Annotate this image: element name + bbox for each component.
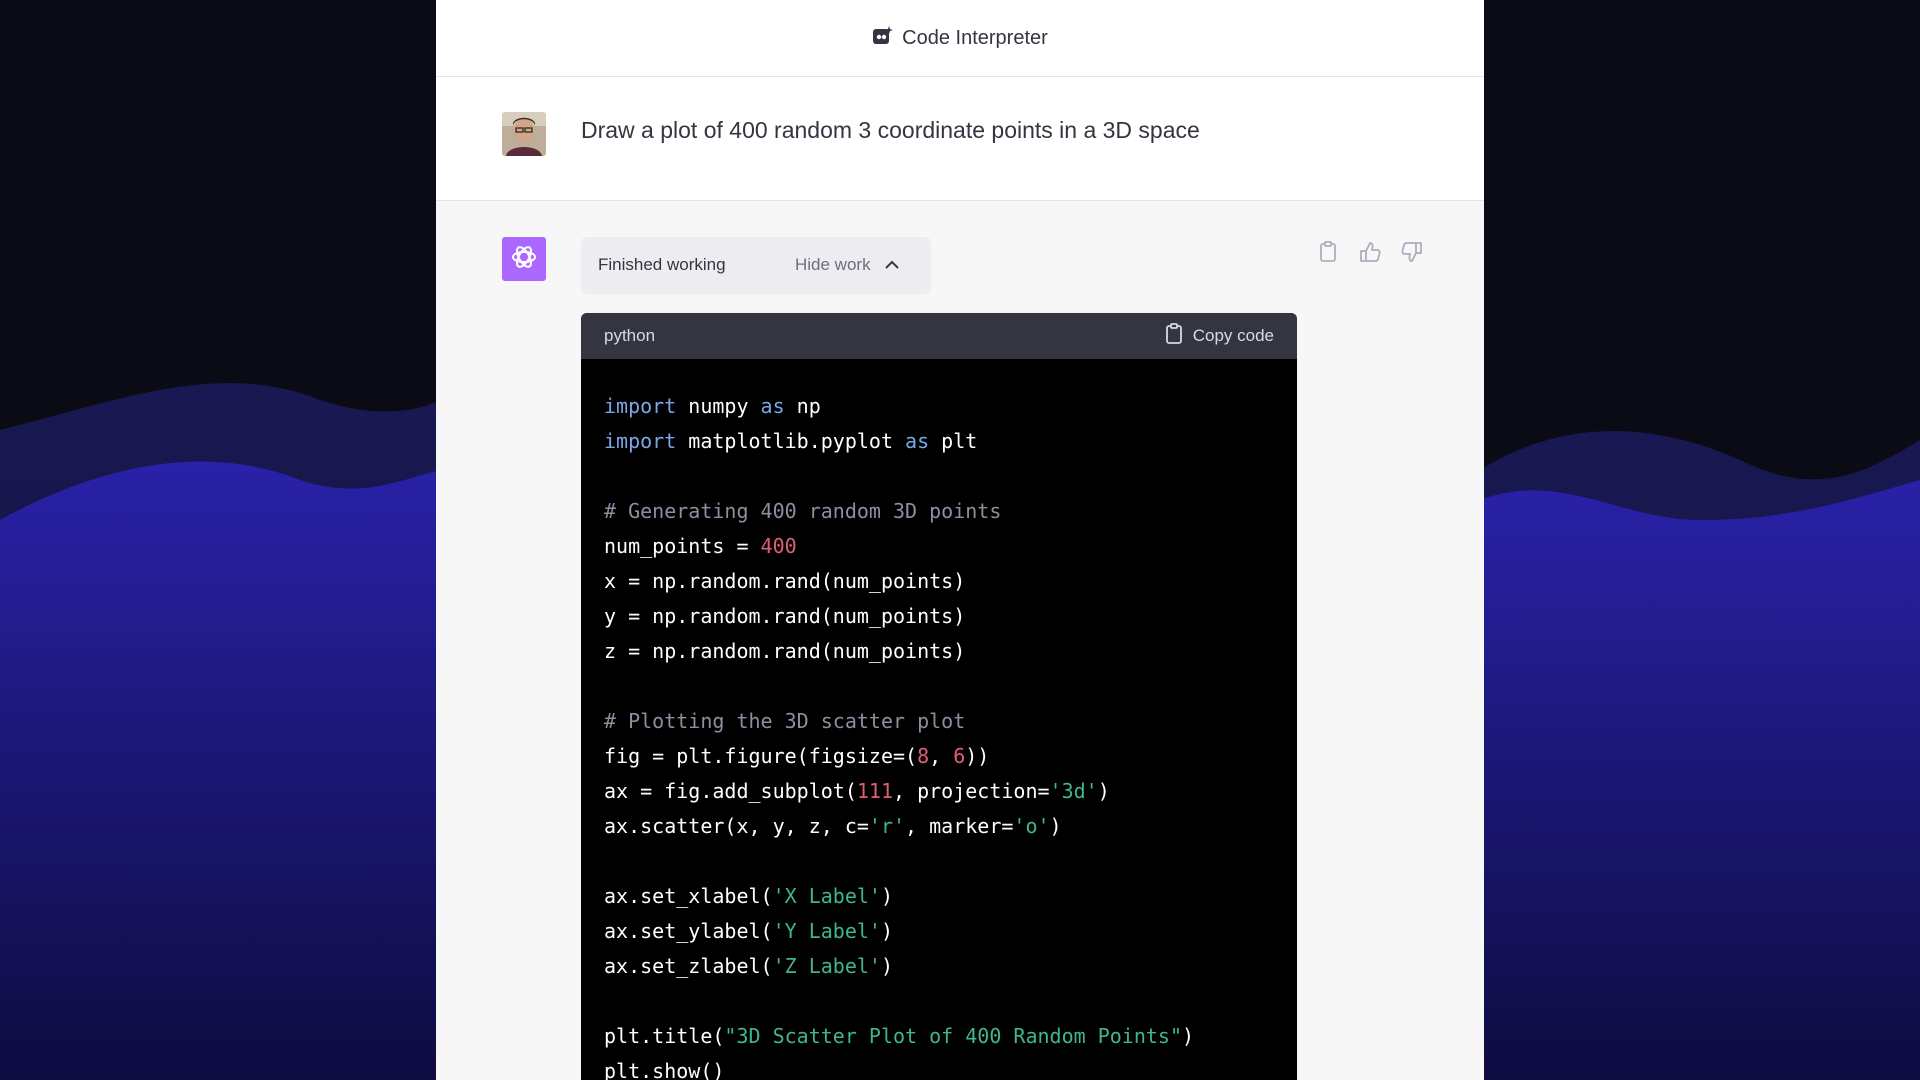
code-line: ax = fig.add_subplot(111, projection='3d… bbox=[604, 779, 1110, 803]
code-line: plt.title("3D Scatter Plot of 400 Random… bbox=[604, 1024, 1195, 1048]
code-line: # Plotting the 3D scatter plot bbox=[604, 709, 966, 733]
code-block-header: python Copy code bbox=[581, 313, 1297, 359]
chevron-up-icon bbox=[884, 255, 899, 275]
finished-working-label: Finished working bbox=[598, 255, 726, 274]
work-status-panel: Finished working Hide work bbox=[581, 237, 931, 294]
copy-code-button[interactable]: Copy code bbox=[1165, 322, 1274, 350]
code-line: ax.set_zlabel('Z Label') bbox=[604, 954, 893, 978]
user-avatar bbox=[502, 112, 546, 156]
model-title: Code Interpreter bbox=[902, 26, 1048, 49]
openai-logo-icon bbox=[509, 242, 539, 277]
hide-work-button[interactable]: Hide work bbox=[795, 255, 899, 275]
chat-panel: Code Interpreter Draw a plot of 400 rand… bbox=[436, 0, 1484, 1080]
code-line: y = np.random.rand(num_points) bbox=[604, 604, 966, 628]
code-line: z = np.random.rand(num_points) bbox=[604, 639, 966, 663]
code-line: fig = plt.figure(figsize=(8, 6)) bbox=[604, 744, 990, 768]
assistant-avatar bbox=[502, 237, 546, 281]
code-line: import numpy as np bbox=[604, 394, 821, 418]
hide-work-label: Hide work bbox=[795, 255, 871, 274]
code-line: plt.show() bbox=[604, 1059, 725, 1080]
code-block: python Copy code import numpy as np impor… bbox=[581, 313, 1297, 1080]
code-line: num_points = 400 bbox=[604, 534, 797, 558]
thumbs-down-icon[interactable] bbox=[1400, 240, 1424, 264]
code-content: import numpy as np import matplotlib.pypl… bbox=[581, 359, 1297, 1080]
code-line: ax.scatter(x, y, z, c='r', marker='o') bbox=[604, 814, 1062, 838]
copy-icon[interactable] bbox=[1316, 240, 1340, 264]
code-line: ax.set_xlabel('X Label') bbox=[604, 884, 893, 908]
code-language-label: python bbox=[604, 326, 656, 345]
code-line: import matplotlib.pyplot as plt bbox=[604, 429, 978, 453]
code-line: ax.set_ylabel('Y Label') bbox=[604, 919, 893, 943]
message-actions bbox=[1316, 240, 1424, 264]
model-header: Code Interpreter bbox=[436, 0, 1484, 77]
code-line: # Generating 400 random 3D points bbox=[604, 499, 1002, 523]
user-message-text: Draw a plot of 400 random 3 coordinate p… bbox=[581, 117, 1200, 143]
clipboard-icon bbox=[1165, 322, 1183, 350]
code-line: x = np.random.rand(num_points) bbox=[604, 569, 966, 593]
copy-code-label: Copy code bbox=[1192, 326, 1274, 345]
user-message-row: Draw a plot of 400 random 3 coordinate p… bbox=[436, 77, 1484, 201]
thumbs-up-icon[interactable] bbox=[1358, 240, 1382, 264]
code-interpreter-icon bbox=[872, 25, 894, 52]
